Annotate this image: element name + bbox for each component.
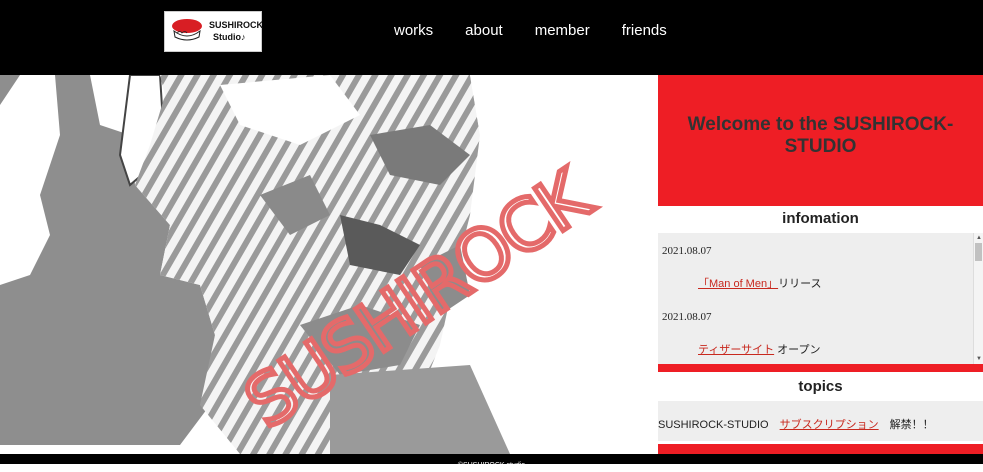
info-scrollbar[interactable]: ▲ ▼ — [973, 233, 983, 364]
nav-member[interactable]: member — [535, 22, 590, 39]
info-suffix-1: リリース — [778, 278, 822, 290]
site-logo[interactable]: SUSHIROCK Studio♪ — [164, 11, 264, 52]
welcome-heading: Welcome to the SUSHIROCK-STUDIO — [687, 113, 954, 157]
hero-image: SUSHIROCK — [0, 75, 658, 454]
info-entry-2: ティザーサイト オープン — [698, 341, 821, 357]
topics-title: topics — [798, 378, 843, 395]
topics-suffix: 解禁！！ — [878, 419, 934, 431]
topics-box: SUSHIROCK-STUDIO サブスクリプション 解禁！！ — [658, 401, 983, 441]
scroll-down-icon[interactable]: ▼ — [976, 356, 982, 362]
nav-friends[interactable]: friends — [622, 22, 667, 39]
info-link-2[interactable]: ティザーサイト — [698, 344, 774, 356]
main-nav: works about member friends — [394, 22, 699, 39]
scroll-up-icon[interactable]: ▲ — [976, 235, 982, 241]
sushi-logo-icon — [172, 19, 202, 41]
site-header: SUSHIROCK Studio♪ works about member fri… — [0, 0, 983, 75]
hero-artwork: SUSHIROCK — [0, 75, 658, 454]
scroll-thumb[interactable] — [975, 243, 982, 261]
info-title: infomation — [782, 210, 859, 227]
info-date-2: 2021.08.07 — [662, 311, 712, 323]
welcome-banner: Welcome to the SUSHIROCK-STUDIO — [658, 75, 983, 206]
topics-link[interactable]: サブスクリプション — [780, 419, 879, 431]
nav-about[interactable]: about — [465, 22, 503, 39]
logo-text-line1: SUSHIROCK — [209, 20, 264, 30]
topics-entry: SUSHIROCK-STUDIO サブスクリプション 解禁！！ — [658, 416, 934, 432]
info-link-1[interactable]: 「Man of Men」 — [698, 278, 778, 290]
info-date-1: 2021.08.07 — [662, 245, 712, 257]
info-entry-1: 「Man of Men」リリース — [698, 275, 822, 291]
divider-red — [658, 364, 983, 372]
topics-prefix: SUSHIROCK-STUDIO — [658, 419, 780, 431]
logo-text-line2: Studio♪ — [213, 32, 246, 42]
copyright-text: ©SUSHIROCK studio — [457, 462, 526, 469]
nav-works[interactable]: works — [394, 22, 433, 39]
divider-red-bottom — [658, 444, 983, 454]
info-suffix-2: オープン — [774, 344, 821, 356]
site-footer: ©SUSHIROCK studio — [0, 454, 983, 469]
info-list[interactable]: 2021.08.07 「Man of Men」リリース 2021.08.07 テ… — [658, 233, 983, 364]
sidebar: Welcome to the SUSHIROCK-STUDIO infomati… — [658, 75, 983, 454]
